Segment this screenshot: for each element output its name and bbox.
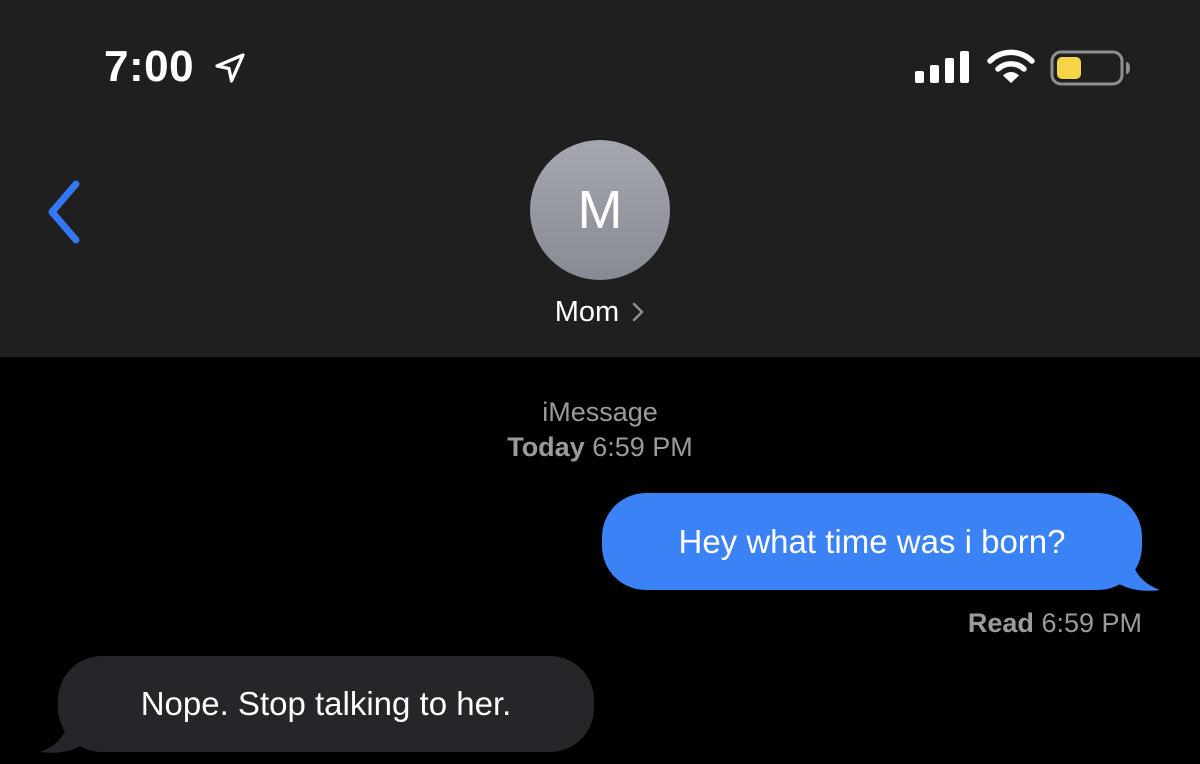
read-receipt: Read 6:59 PM xyxy=(968,605,1142,641)
cellular-signal-icon xyxy=(915,51,969,83)
message-text: Nope. Stop talking to her. xyxy=(140,685,512,722)
wifi-icon xyxy=(987,49,1035,83)
contact-avatar[interactable]: M xyxy=(530,140,670,280)
read-time: 6:59 PM xyxy=(1041,608,1142,638)
battery-icon xyxy=(1050,50,1130,86)
conversation-header: 7:00 M Mom xyxy=(0,0,1200,357)
conversation-timestamp: Today 6:59 PM xyxy=(0,430,1200,464)
chevron-right-icon xyxy=(633,302,644,322)
status-time: 7:00 xyxy=(104,42,195,91)
location-arrow-icon xyxy=(215,53,245,83)
back-button[interactable] xyxy=(38,178,90,246)
received-message-bubble[interactable]: Nope. Stop talking to her. xyxy=(58,656,594,752)
message-text: Hey what time was i born? xyxy=(678,522,1066,560)
read-label: Read xyxy=(967,608,1034,638)
sent-message-bubble[interactable]: Hey what time was i born? xyxy=(602,493,1142,590)
service-label: iMessage xyxy=(542,397,658,427)
messages-screen: 7:00 M Mom iMessage Today 6:59 PM Hey wh… xyxy=(0,0,1200,764)
sent-bubble-tail xyxy=(1110,550,1160,591)
contact-details-link[interactable]: Mom xyxy=(0,293,1200,331)
contact-name: Mom xyxy=(554,296,620,328)
timestamp-day: Today xyxy=(507,432,585,462)
chevron-left-icon xyxy=(48,180,80,244)
avatar-initial: M xyxy=(577,180,623,240)
timestamp-time: 6:59 PM xyxy=(592,432,693,462)
